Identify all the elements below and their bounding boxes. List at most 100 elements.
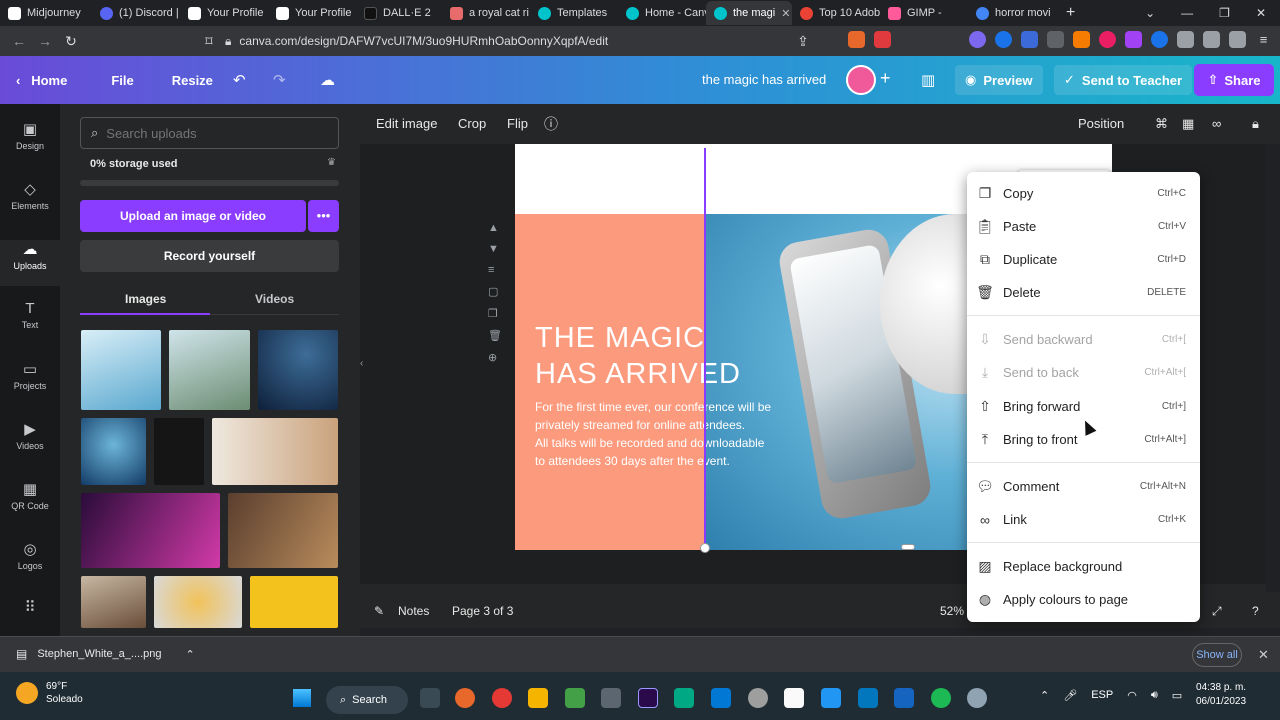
- rail-item-videos[interactable]: ▶ Videos: [0, 420, 60, 451]
- tab-images[interactable]: Images: [125, 292, 166, 306]
- avatar[interactable]: [846, 65, 876, 95]
- rail-item-uploads[interactable]: ☁︎ Uploads: [0, 240, 60, 286]
- upload-button[interactable]: Upload an image or video: [80, 200, 306, 232]
- menu-item-apply-colours[interactable]: ◍ Apply colours to page: [967, 583, 1200, 616]
- spotify-icon[interactable]: [931, 688, 951, 708]
- url-field[interactable]: 🔒︎ canva.com/design/DAFW7vcUI7M/3uo9HURm…: [225, 29, 825, 53]
- wifi-icon[interactable]: ◠: [1127, 689, 1137, 702]
- resize-handle[interactable]: [700, 543, 710, 553]
- rail-item-logos[interactable]: ◎ Logos: [0, 540, 60, 571]
- design-title[interactable]: the magic has arrived: [702, 72, 826, 87]
- browser-tab[interactable]: GIMP -: [880, 1, 968, 25]
- brave-shield-icon[interactable]: [848, 31, 865, 48]
- wallet-icon[interactable]: [1229, 31, 1246, 48]
- battery-icon[interactable]: ▭: [1172, 689, 1182, 702]
- taskbar-search[interactable]: ⌕ Search: [326, 686, 408, 714]
- browser-tab[interactable]: (1) Discord |: [92, 1, 180, 25]
- browser-tab[interactable]: Home - Canv: [618, 1, 706, 25]
- menu-item-link[interactable]: ∞ Link Ctrl+K: [967, 503, 1200, 536]
- insights-icon[interactable]: ▥: [921, 71, 935, 89]
- browser-tab[interactable]: a royal cat ri: [442, 1, 530, 25]
- undo-icon[interactable]: ↶: [233, 71, 246, 89]
- upload-thumbnail[interactable]: [81, 493, 220, 568]
- menu-item-replace-background[interactable]: ▨ Replace background: [967, 550, 1200, 583]
- crop-button[interactable]: Crop: [458, 116, 486, 131]
- windows-start-icon[interactable]: [293, 689, 311, 707]
- flip-button[interactable]: Flip: [507, 116, 528, 131]
- chevron-down-icon[interactable]: ▼: [488, 243, 502, 255]
- extension-icon[interactable]: [1021, 31, 1038, 48]
- chevron-up-icon[interactable]: ⌃: [1040, 689, 1049, 702]
- browser-tab[interactable]: Templates: [530, 1, 618, 25]
- language-indicator[interactable]: ESP: [1091, 689, 1113, 702]
- share-page-icon[interactable]: ⇪: [790, 33, 816, 50]
- puzzle-icon[interactable]: [1177, 31, 1194, 48]
- close-icon[interactable]: ✕: [1258, 647, 1269, 663]
- tab-videos[interactable]: Videos: [255, 292, 294, 306]
- app-icon[interactable]: [748, 688, 768, 708]
- trash-icon[interactable]: 🗑︎: [488, 329, 502, 342]
- extension-icon[interactable]: [1099, 31, 1116, 48]
- browser-tab[interactable]: Top 10 Adob: [792, 1, 880, 25]
- collapse-panel-icon[interactable]: ‹: [360, 358, 363, 369]
- info-icon[interactable]: ⓘ: [544, 114, 558, 134]
- duplicate-icon[interactable]: ❐: [488, 307, 502, 320]
- transparency-icon[interactable]: ▦: [1182, 116, 1194, 132]
- reload-icon[interactable]: ↻: [58, 33, 84, 50]
- menu-item-comment[interactable]: 💬︎ Comment Ctrl+Alt+N: [967, 470, 1200, 503]
- metamask-icon[interactable]: [1073, 31, 1090, 48]
- chevron-up-icon[interactable]: ▲: [488, 222, 502, 234]
- chevron-up-icon[interactable]: ⌃: [186, 648, 195, 661]
- close-window-icon[interactable]: ✕: [1256, 6, 1266, 20]
- browser-tab[interactable]: DALL·E 2: [356, 1, 442, 25]
- extension-icon[interactable]: [1047, 31, 1064, 48]
- fullscreen-icon[interactable]: ⤢: [1212, 604, 1222, 619]
- extension-icon[interactable]: [995, 31, 1012, 48]
- browser-tab[interactable]: Your Profile: [268, 1, 356, 25]
- file-menu-button[interactable]: File: [99, 73, 145, 88]
- zoom-level[interactable]: 52%: [940, 604, 964, 618]
- more-options-icon[interactable]: •••: [308, 200, 339, 232]
- upload-thumbnail[interactable]: [250, 576, 338, 628]
- rail-item-design[interactable]: ▣ Design: [0, 120, 60, 151]
- page-indicator[interactable]: Page 3 of 3: [452, 604, 513, 618]
- browser-tab[interactable]: Midjourney: [0, 1, 92, 25]
- upload-thumbnail[interactable]: [81, 330, 161, 410]
- rail-item-apps[interactable]: ⠿: [0, 598, 60, 619]
- menu-icon[interactable]: ≡: [1255, 31, 1272, 48]
- upload-thumbnail[interactable]: [169, 330, 250, 410]
- help-icon[interactable]: ?: [1252, 604, 1259, 618]
- premiere-icon[interactable]: [638, 688, 658, 708]
- menu-item-delete[interactable]: 🗑︎ Delete DELETE: [967, 276, 1200, 309]
- microphone-icon[interactable]: 🎤︎: [1063, 689, 1077, 702]
- lock-icon[interactable]: 🔒︎: [1252, 116, 1259, 132]
- download-item[interactable]: ▤ Stephen_White_a_....png ⌃: [16, 647, 195, 661]
- extension-icon[interactable]: [1151, 31, 1168, 48]
- upload-thumbnail[interactable]: [81, 418, 146, 485]
- opera-icon[interactable]: [492, 688, 512, 708]
- preview-button[interactable]: ◉ Preview: [955, 65, 1043, 95]
- app-icon[interactable]: [711, 688, 731, 708]
- menu-item-bring-forward[interactable]: ⇧ Bring forward Ctrl+]: [967, 390, 1200, 423]
- rewards-icon[interactable]: [874, 31, 891, 48]
- link-icon[interactable]: ∞: [1212, 116, 1221, 131]
- resize-button[interactable]: Resize: [160, 73, 225, 88]
- notes-button[interactable]: Notes: [398, 604, 429, 618]
- lock-icon[interactable]: ▢: [488, 285, 502, 298]
- app-icon[interactable]: [821, 688, 841, 708]
- app-icon[interactable]: [601, 688, 621, 708]
- rail-item-projects[interactable]: ▭ Projects: [0, 360, 60, 391]
- upload-thumbnail[interactable]: [228, 493, 338, 568]
- upload-thumbnail[interactable]: [212, 418, 338, 485]
- home-button[interactable]: ‹ Home: [0, 73, 79, 88]
- new-tab-icon[interactable]: +: [1058, 1, 1082, 25]
- camtasia-icon[interactable]: [565, 688, 585, 708]
- task-view-icon[interactable]: [420, 688, 440, 708]
- menu-item-duplicate[interactable]: ⧉ Duplicate Ctrl+D: [967, 243, 1200, 276]
- clock[interactable]: 04:38 p. m. 06/01/2023: [1196, 681, 1246, 709]
- file-explorer-icon[interactable]: [528, 688, 548, 708]
- settings-icon[interactable]: [967, 688, 987, 708]
- extension-icon[interactable]: [969, 31, 986, 48]
- app-icon[interactable]: [674, 688, 694, 708]
- show-all-button[interactable]: Show all: [1192, 643, 1242, 667]
